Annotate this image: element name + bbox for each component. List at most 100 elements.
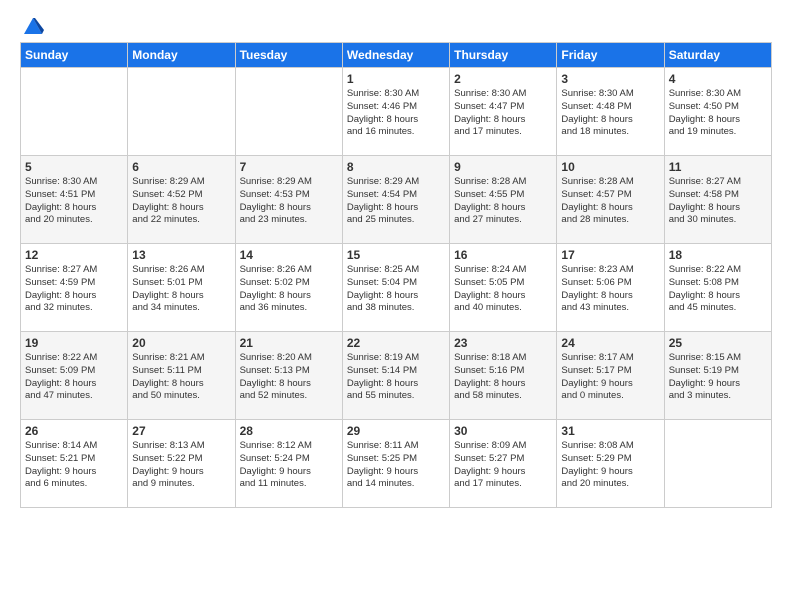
table-row: 13 Sunrise: 8:26 AM Sunset: 5:01 PM Dayli… (128, 244, 235, 332)
day-number: 14 (240, 248, 338, 262)
day-info: Sunrise: 8:29 AM Sunset: 4:54 PM Dayligh… (347, 176, 445, 227)
day-number: 7 (240, 160, 338, 174)
header-thursday: Thursday (450, 43, 557, 68)
day-number: 16 (454, 248, 552, 262)
table-row: 3 Sunrise: 8:30 AM Sunset: 4:48 PM Daylig… (557, 68, 664, 156)
calendar-table: Sunday Monday Tuesday Wednesday Thursday… (20, 42, 772, 508)
table-row: 24Sunrise: 8:17 AM Sunset: 5:17 PM Dayli… (557, 332, 664, 420)
table-row: 31Sunrise: 8:08 AM Sunset: 5:29 PM Dayli… (557, 420, 664, 508)
table-row (235, 68, 342, 156)
day-number: 4 (669, 72, 767, 86)
day-number: 21 (240, 336, 338, 350)
day-info: Sunrise: 8:28 AM Sunset: 4:55 PM Dayligh… (454, 176, 552, 227)
day-number: 28 (240, 424, 338, 438)
day-number: 12 (25, 248, 123, 262)
table-row: 2Sunrise: 8:30 AM Sunset: 4:47 PM Daylig… (450, 68, 557, 156)
day-info: Sunrise: 8:15 AM Sunset: 5:19 PM Dayligh… (669, 352, 767, 403)
table-row: 18Sunrise: 8:22 AM Sunset: 5:08 PM Dayli… (664, 244, 771, 332)
header-wednesday: Wednesday (342, 43, 449, 68)
day-info: Sunrise: 8:25 AM Sunset: 5:04 PM Dayligh… (347, 264, 445, 315)
table-row: 23 Sunrise: 8:18 AM Sunset: 5:16 PM Dayli… (450, 332, 557, 420)
day-number: 13 (132, 248, 230, 262)
table-row: 16 Sunrise: 8:24 AM Sunset: 5:05 PM Dayli… (450, 244, 557, 332)
day-number: 10 (561, 160, 659, 174)
day-number: 27 (132, 424, 230, 438)
table-row: 21 Sunrise: 8:20 AM Sunset: 5:13 PM Dayli… (235, 332, 342, 420)
day-number: 22 (347, 336, 445, 350)
day-info: Sunrise: 8:29 AM Sunset: 4:52 PM Dayligh… (132, 176, 230, 227)
day-number: 15 (347, 248, 445, 262)
day-info: Sunrise: 8:23 AM Sunset: 5:06 PM Dayligh… (561, 264, 659, 315)
day-info: Sunrise: 8:22 AM Sunset: 5:09 PM Dayligh… (25, 352, 123, 403)
table-row: 11 Sunrise: 8:27 AM Sunset: 4:58 PM Dayli… (664, 156, 771, 244)
day-info: Sunrise: 8:24 AM Sunset: 5:05 PM Dayligh… (454, 264, 552, 315)
table-row: 22 Sunrise: 8:19 AM Sunset: 5:14 PM Dayli… (342, 332, 449, 420)
table-row: 17Sunrise: 8:23 AM Sunset: 5:06 PM Dayli… (557, 244, 664, 332)
table-row: 4 Sunrise: 8:30 AM Sunset: 4:50 PM Daylig… (664, 68, 771, 156)
table-row (21, 68, 128, 156)
table-row: 28Sunrise: 8:12 AM Sunset: 5:24 PM Dayli… (235, 420, 342, 508)
day-info: Sunrise: 8:30 AM Sunset: 4:48 PM Dayligh… (561, 88, 659, 139)
table-row: 7 Sunrise: 8:29 AM Sunset: 4:53 PM Daylig… (235, 156, 342, 244)
day-info: Sunrise: 8:18 AM Sunset: 5:16 PM Dayligh… (454, 352, 552, 403)
day-info: Sunrise: 8:30 AM Sunset: 4:47 PM Dayligh… (454, 88, 552, 139)
day-number: 23 (454, 336, 552, 350)
day-number: 30 (454, 424, 552, 438)
day-number: 25 (669, 336, 767, 350)
table-row: 12 Sunrise: 8:27 AM Sunset: 4:59 PM Dayli… (21, 244, 128, 332)
calendar-week-row: 12 Sunrise: 8:27 AM Sunset: 4:59 PM Dayli… (21, 244, 772, 332)
day-number: 1 (347, 72, 445, 86)
table-row: 30 Sunrise: 8:09 AM Sunset: 5:27 PM Dayli… (450, 420, 557, 508)
day-info: Sunrise: 8:26 AM Sunset: 5:01 PM Dayligh… (132, 264, 230, 315)
header-friday: Friday (557, 43, 664, 68)
day-info: Sunrise: 8:29 AM Sunset: 4:53 PM Dayligh… (240, 176, 338, 227)
calendar-week-row: 5 Sunrise: 8:30 AM Sunset: 4:51 PM Daylig… (21, 156, 772, 244)
day-info: Sunrise: 8:27 AM Sunset: 4:58 PM Dayligh… (669, 176, 767, 227)
day-info: Sunrise: 8:08 AM Sunset: 5:29 PM Dayligh… (561, 440, 659, 491)
calendar-week-row: 26Sunrise: 8:14 AM Sunset: 5:21 PM Dayli… (21, 420, 772, 508)
table-row (128, 68, 235, 156)
day-number: 9 (454, 160, 552, 174)
table-row: 27 Sunrise: 8:13 AM Sunset: 5:22 PM Dayli… (128, 420, 235, 508)
table-row: 1 Sunrise: 8:30 AM Sunset: 4:46 PM Daylig… (342, 68, 449, 156)
table-row: 14 Sunrise: 8:26 AM Sunset: 5:02 PM Dayli… (235, 244, 342, 332)
day-number: 20 (132, 336, 230, 350)
header (20, 16, 772, 32)
table-row: 19 Sunrise: 8:22 AM Sunset: 5:09 PM Dayli… (21, 332, 128, 420)
day-number: 3 (561, 72, 659, 86)
table-row: 15 Sunrise: 8:25 AM Sunset: 5:04 PM Dayli… (342, 244, 449, 332)
day-info: Sunrise: 8:30 AM Sunset: 4:51 PM Dayligh… (25, 176, 123, 227)
weekday-header-row: Sunday Monday Tuesday Wednesday Thursday… (21, 43, 772, 68)
day-info: Sunrise: 8:11 AM Sunset: 5:25 PM Dayligh… (347, 440, 445, 491)
day-info: Sunrise: 8:14 AM Sunset: 5:21 PM Dayligh… (25, 440, 123, 491)
day-info: Sunrise: 8:30 AM Sunset: 4:46 PM Dayligh… (347, 88, 445, 139)
table-row: 8 Sunrise: 8:29 AM Sunset: 4:54 PM Daylig… (342, 156, 449, 244)
day-number: 19 (25, 336, 123, 350)
table-row: 29 Sunrise: 8:11 AM Sunset: 5:25 PM Dayli… (342, 420, 449, 508)
calendar-week-row: 19 Sunrise: 8:22 AM Sunset: 5:09 PM Dayli… (21, 332, 772, 420)
calendar-page: Sunday Monday Tuesday Wednesday Thursday… (0, 0, 792, 612)
table-row: 20Sunrise: 8:21 AM Sunset: 5:11 PM Dayli… (128, 332, 235, 420)
day-number: 24 (561, 336, 659, 350)
day-number: 11 (669, 160, 767, 174)
table-row: 9 Sunrise: 8:28 AM Sunset: 4:55 PM Daylig… (450, 156, 557, 244)
calendar-week-row: 1 Sunrise: 8:30 AM Sunset: 4:46 PM Daylig… (21, 68, 772, 156)
day-info: Sunrise: 8:30 AM Sunset: 4:50 PM Dayligh… (669, 88, 767, 139)
day-number: 29 (347, 424, 445, 438)
header-tuesday: Tuesday (235, 43, 342, 68)
day-number: 8 (347, 160, 445, 174)
day-info: Sunrise: 8:26 AM Sunset: 5:02 PM Dayligh… (240, 264, 338, 315)
logo-icon (22, 16, 44, 36)
day-info: Sunrise: 8:13 AM Sunset: 5:22 PM Dayligh… (132, 440, 230, 491)
day-info: Sunrise: 8:20 AM Sunset: 5:13 PM Dayligh… (240, 352, 338, 403)
table-row: 10Sunrise: 8:28 AM Sunset: 4:57 PM Dayli… (557, 156, 664, 244)
day-number: 5 (25, 160, 123, 174)
header-saturday: Saturday (664, 43, 771, 68)
day-number: 18 (669, 248, 767, 262)
day-number: 6 (132, 160, 230, 174)
header-sunday: Sunday (21, 43, 128, 68)
day-info: Sunrise: 8:27 AM Sunset: 4:59 PM Dayligh… (25, 264, 123, 315)
table-row: 5 Sunrise: 8:30 AM Sunset: 4:51 PM Daylig… (21, 156, 128, 244)
day-info: Sunrise: 8:09 AM Sunset: 5:27 PM Dayligh… (454, 440, 552, 491)
day-info: Sunrise: 8:19 AM Sunset: 5:14 PM Dayligh… (347, 352, 445, 403)
